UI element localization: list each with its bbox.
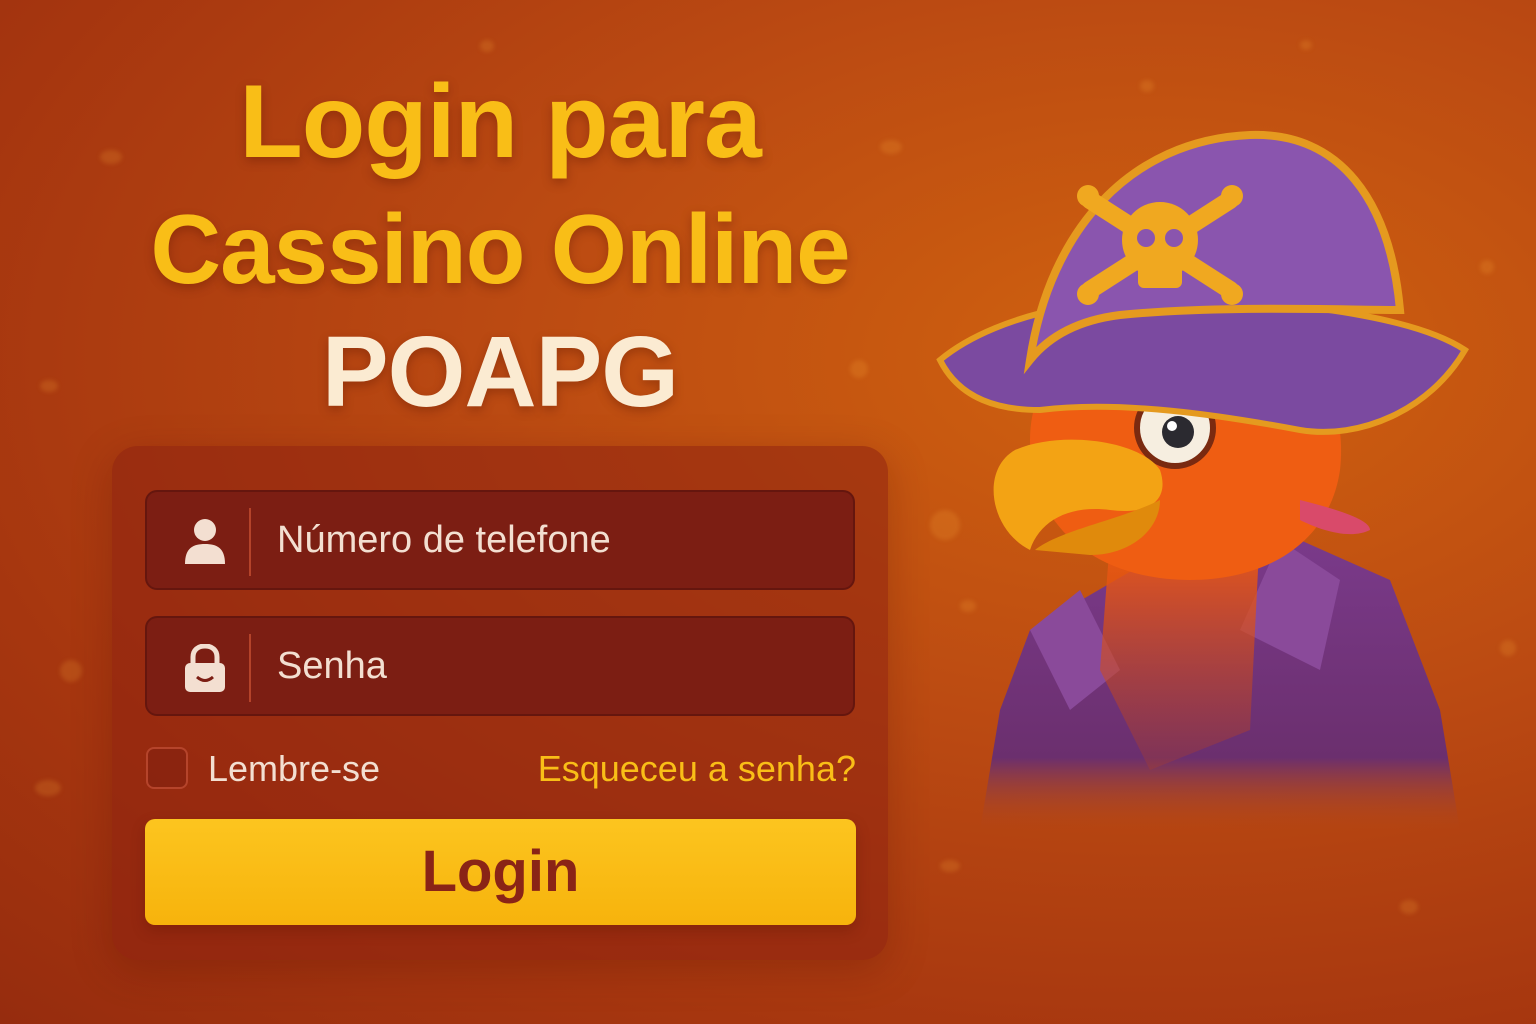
password-field[interactable]: Senha xyxy=(145,616,855,716)
pirate-parrot-mascot xyxy=(936,130,1470,830)
password-placeholder: Senha xyxy=(277,645,387,687)
forgot-password-link[interactable]: Esqueceu a senha? xyxy=(538,748,856,790)
title-line-login-para: Login para xyxy=(239,64,762,180)
phone-placeholder: Número de telefone xyxy=(277,519,611,561)
phone-field[interactable]: Número de telefone xyxy=(145,490,855,590)
user-icon xyxy=(185,519,225,564)
field-divider xyxy=(249,634,251,702)
hat-brim xyxy=(936,294,1470,435)
field-divider xyxy=(249,508,251,576)
title-line-brand: POAPG xyxy=(321,316,679,428)
login-button[interactable]: Login xyxy=(145,819,856,925)
lock-icon xyxy=(185,644,225,692)
remember-checkbox[interactable] xyxy=(146,747,188,789)
remember-label: Lembre-se xyxy=(208,748,381,789)
title-line-cassino-online: Cassino Online xyxy=(150,194,850,304)
